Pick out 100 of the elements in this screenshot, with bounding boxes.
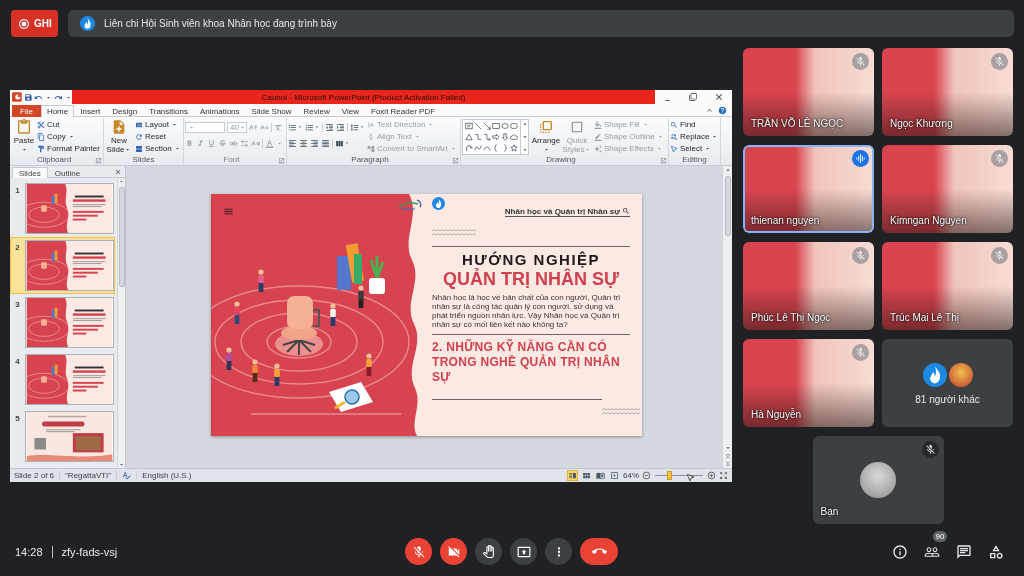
down-arrow-icon[interactable]	[501, 133, 509, 141]
ribbon-tab[interactable]: Insert	[74, 105, 107, 117]
ribbon-large-button[interactable]: Arrange	[531, 118, 561, 155]
bullet-list-icon[interactable]	[288, 122, 297, 132]
close-icon[interactable]	[114, 167, 122, 176]
cloud-icon[interactable]	[510, 133, 518, 141]
elbow-arrow-icon[interactable]	[483, 133, 491, 141]
corner-arrow-icon[interactable]	[95, 156, 102, 164]
ribbon-button[interactable]: Select	[670, 143, 719, 154]
help-icon[interactable]	[718, 105, 727, 115]
ribbon-button[interactable]: Replace	[670, 131, 719, 142]
double-down-arrow-icon[interactable]	[723, 460, 732, 468]
slide-list-item[interactable]: 4	[10, 351, 115, 408]
view-button[interactable]	[567, 470, 578, 481]
ribbon-button[interactable]: Layout	[135, 119, 181, 130]
ribbon-button[interactable]: Format Painter	[37, 143, 100, 154]
more-options-button[interactable]	[545, 538, 572, 565]
font-color-icon[interactable]	[265, 138, 274, 148]
left-brace-icon[interactable]	[492, 144, 500, 152]
corner-arrow-icon[interactable]	[660, 156, 667, 164]
justify-icon[interactable]	[321, 138, 330, 148]
lowercase-icon[interactable]	[229, 138, 238, 148]
spellcheck-icon[interactable]	[122, 471, 132, 480]
ribbon-button[interactable]: Cut	[37, 119, 100, 130]
double-up-arrow-icon[interactable]	[723, 452, 732, 460]
slider-thumb[interactable]	[667, 471, 673, 480]
oval-icon[interactable]	[501, 122, 509, 130]
present-button[interactable]	[510, 538, 537, 565]
arrow-line-icon[interactable]	[483, 122, 491, 130]
scrollbar[interactable]	[117, 178, 125, 468]
corner-arrow-icon[interactable]	[452, 156, 459, 164]
zoom-in-icon[interactable]	[707, 471, 716, 480]
shapes-gallery[interactable]	[462, 119, 529, 155]
ribbon-large-button[interactable]: Paste	[13, 118, 35, 155]
view-button[interactable]	[595, 470, 606, 481]
ribbon-button[interactable]: Section	[135, 143, 181, 154]
text-box-icon[interactable]	[465, 122, 473, 130]
right-arrow-icon[interactable]	[492, 133, 500, 141]
ribbon-tab[interactable]: Home	[40, 105, 75, 117]
increase-indent-icon[interactable]	[336, 122, 345, 132]
view-button[interactable]	[581, 470, 592, 481]
close-icon[interactable]	[713, 92, 724, 102]
microphone-button[interactable]	[405, 538, 432, 565]
curved-arrow-icon[interactable]	[465, 144, 473, 152]
line-icon[interactable]	[474, 122, 482, 130]
left-right-arrow-icon[interactable]	[240, 138, 249, 148]
numbered-list-icon[interactable]	[305, 122, 314, 132]
line-spacing-icon[interactable]	[350, 122, 359, 132]
rounded-rectangle-icon[interactable]	[510, 122, 518, 130]
strikethrough-icon[interactable]	[218, 138, 227, 148]
ribbon-button[interactable]: Find	[670, 119, 719, 130]
decrease-indent-icon[interactable]	[325, 122, 334, 132]
ribbon-tab[interactable]: Animations	[194, 105, 246, 117]
scroll-up-icon[interactable]	[118, 178, 125, 185]
clear-formatting-icon[interactable]	[274, 122, 283, 132]
scroll-up-icon[interactable]	[520, 120, 529, 128]
grow-font-icon[interactable]	[249, 122, 258, 132]
save-icon[interactable]	[23, 92, 33, 102]
zoom-out-icon[interactable]	[642, 471, 651, 480]
fit-to-window-icon[interactable]	[719, 471, 728, 480]
shrink-font-icon[interactable]	[260, 122, 269, 132]
ribbon-tab[interactable]: Slide Show	[245, 105, 298, 117]
align-center-icon[interactable]	[299, 138, 308, 148]
ribbon-tab[interactable]: View	[335, 105, 366, 117]
align-right-icon[interactable]	[310, 138, 319, 148]
restore-icon[interactable]	[689, 93, 697, 101]
slide-list-item[interactable]: 2	[10, 237, 115, 294]
curve-icon[interactable]	[474, 144, 482, 152]
arc-icon[interactable]	[483, 144, 491, 152]
ribbon-tab[interactable]: Foxit Reader PDF	[365, 105, 442, 117]
pane-tab[interactable]: Slides	[12, 167, 48, 178]
ribbon-button[interactable]: Reset	[135, 131, 181, 142]
slide-list-item[interactable]: 3	[10, 294, 115, 351]
slide-list-item[interactable]: 1	[10, 180, 115, 237]
ribbon-tab[interactable]: Transitions	[143, 105, 194, 117]
change-case-icon[interactable]	[251, 138, 260, 148]
italic-icon[interactable]	[196, 138, 205, 148]
pane-tab[interactable]: Outline	[47, 167, 88, 178]
record-button[interactable]: GHI	[11, 10, 58, 37]
ribbon-tab[interactable]: Design	[106, 105, 144, 117]
font-name-field[interactable]	[185, 121, 225, 133]
bold-icon[interactable]	[185, 138, 194, 148]
more-participants-tile[interactable]: 81 người khác	[882, 339, 1013, 427]
leave-call-button[interactable]	[580, 538, 618, 565]
elbow-connector-icon[interactable]	[474, 133, 482, 141]
columns-icon[interactable]	[335, 138, 344, 148]
scrollbar[interactable]	[722, 166, 732, 468]
raise-hand-button[interactable]	[475, 538, 502, 565]
camera-button[interactable]	[440, 538, 467, 565]
triangle-icon[interactable]	[465, 133, 473, 141]
star-icon[interactable]	[510, 144, 518, 152]
ribbon-tab[interactable]: Review	[297, 105, 336, 117]
slide-list-item[interactable]: 5	[10, 408, 115, 465]
right-brace-icon[interactable]	[501, 144, 509, 152]
ribbon-button[interactable]: Copy	[37, 131, 100, 142]
view-button[interactable]	[609, 470, 620, 481]
file-tab[interactable]: File	[12, 105, 41, 117]
underline-icon[interactable]	[207, 138, 216, 148]
ribbon-large-button[interactable]: New Slide	[105, 118, 133, 155]
align-left-icon[interactable]	[288, 138, 297, 148]
